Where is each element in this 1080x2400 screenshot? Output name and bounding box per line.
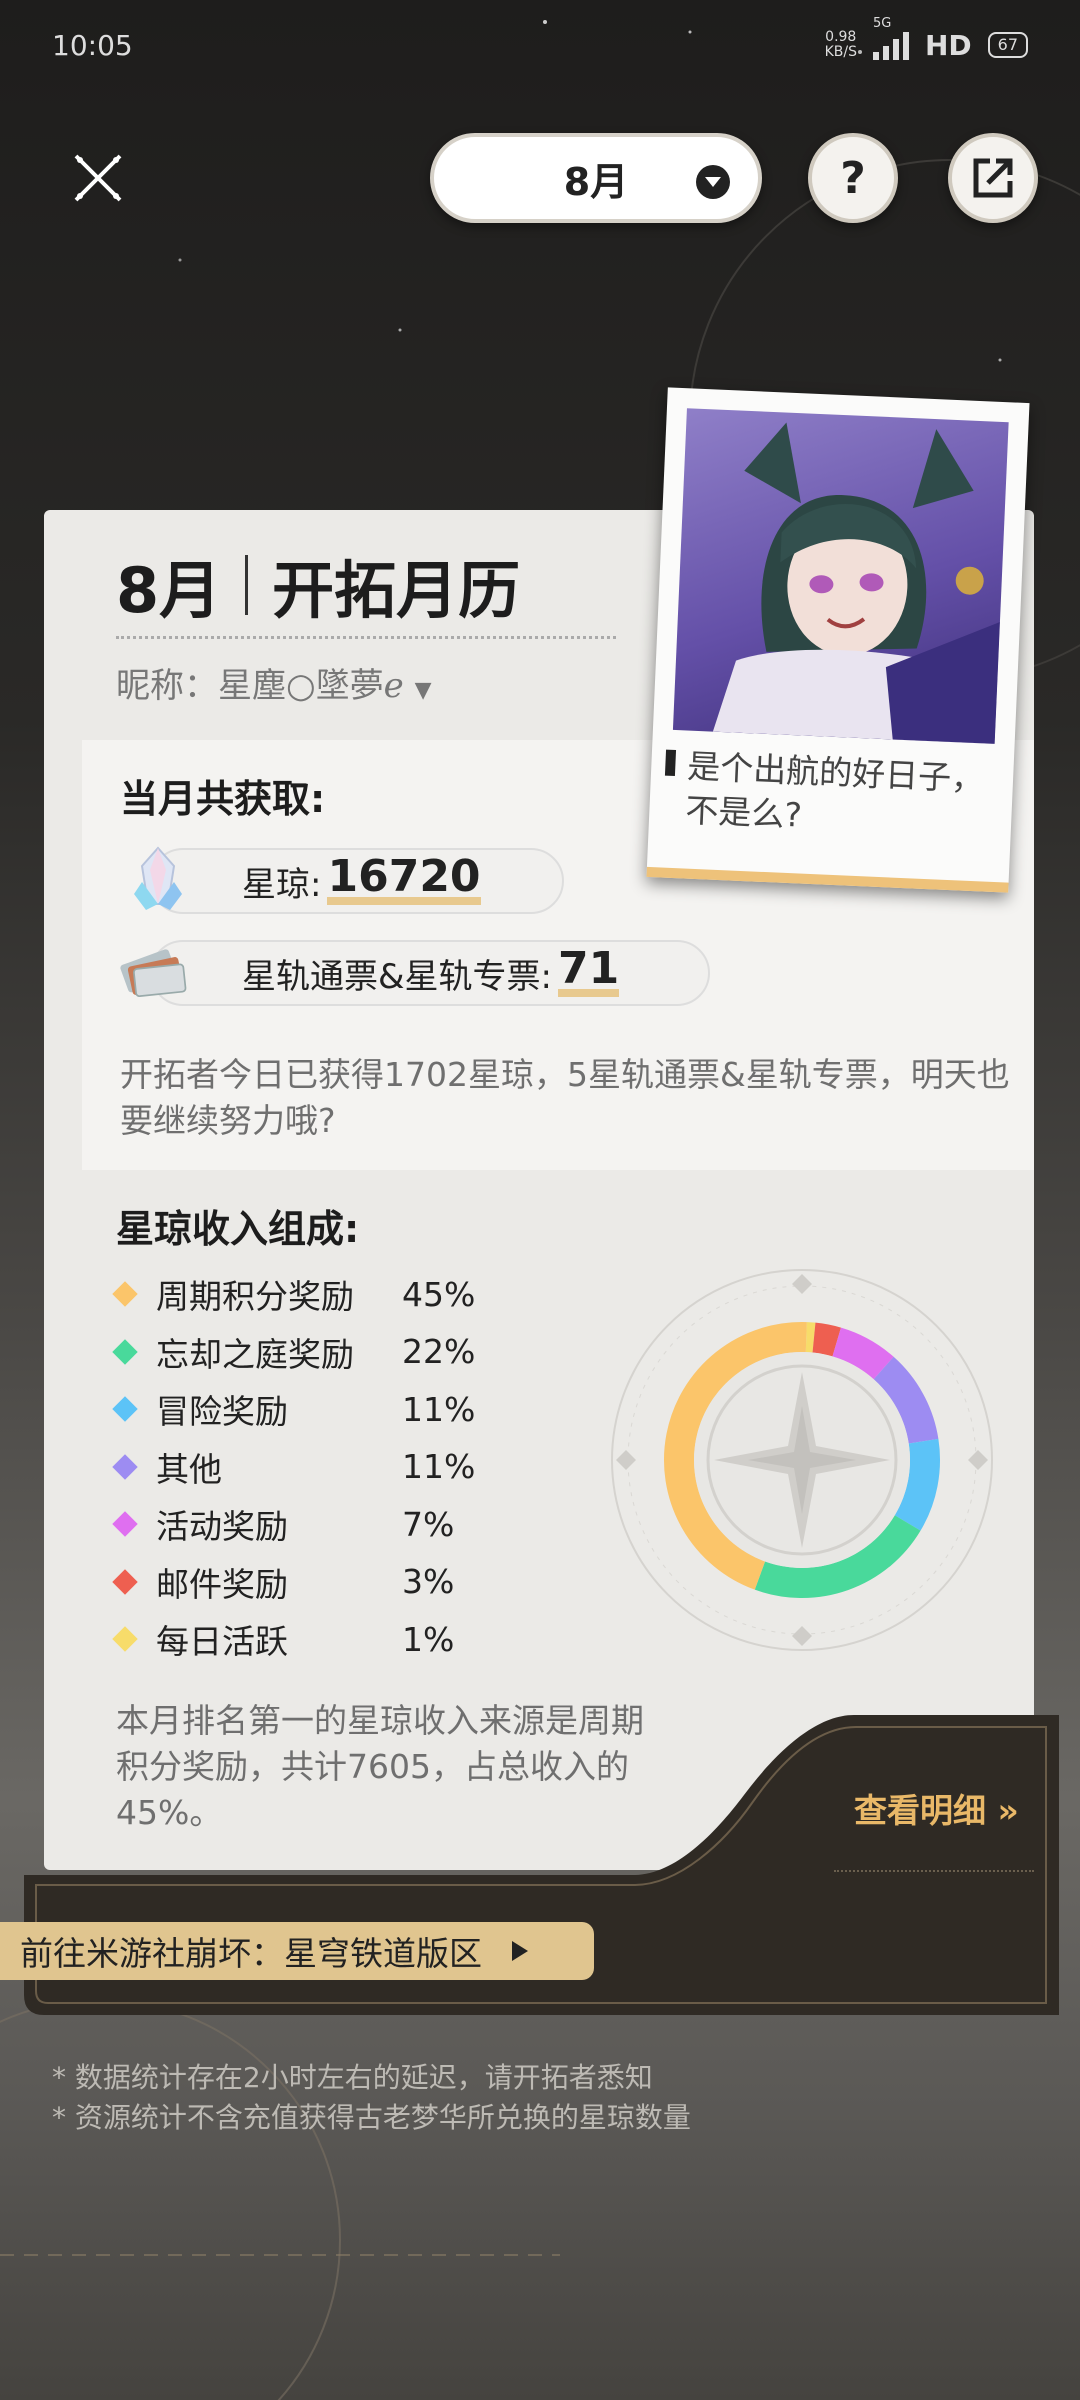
network-speed-value: 0.98 xyxy=(825,29,857,45)
star-rail-pass-icon xyxy=(120,949,187,998)
legend-label: 其他 xyxy=(156,1449,222,1489)
title-divider xyxy=(245,555,249,615)
legend-item: 忘却之庭奖励 22% xyxy=(112,1328,475,1376)
legend-percent: 11% xyxy=(402,1389,476,1429)
donut-slice-每日活跃 xyxy=(805,1322,816,1353)
donut-slice-邮件奖励 xyxy=(812,1322,841,1357)
footnote: * 资源统计不含充值获得古老梦华所兑换的星琼数量 xyxy=(52,2101,691,2134)
legend-percent: 22% xyxy=(402,1332,476,1371)
nickname-selector[interactable]: 昵称：星塵○墜夢ℯ ▼ xyxy=(116,658,432,707)
legend-percent: 3% xyxy=(402,1562,455,1601)
month-select-value: 8月 xyxy=(563,159,629,204)
legend-label: 忘却之庭奖励 xyxy=(156,1334,354,1374)
close-button[interactable] xyxy=(60,140,136,216)
legend-label: 每日活跃 xyxy=(156,1622,288,1661)
network-speed: 0.98 KB/S xyxy=(825,30,857,60)
help-button[interactable]: ? xyxy=(808,133,898,223)
legend-item: 其他 11% xyxy=(112,1443,475,1491)
status-bar: 10:05 0.98 KB/S 5G HD 67 xyxy=(0,0,1080,90)
pass-value: 71 xyxy=(557,947,620,997)
caption-marker xyxy=(664,749,677,777)
footnote: * 数据统计存在2小时左右的延迟，请开拓者悉知 xyxy=(52,2061,653,2094)
legend-swatch xyxy=(112,1281,138,1307)
forum-button-label: 前往米游社崩坏：星穹铁道版区 xyxy=(20,1934,482,1973)
legend-label: 周期积分奖励 xyxy=(156,1277,354,1316)
help-icon: ? xyxy=(840,152,866,204)
pass-pill: 星轨通票&星轨专票: 71 xyxy=(150,940,710,1006)
character-portrait xyxy=(672,408,1009,744)
forum-button[interactable]: 前往米游社崩坏：星穹铁道版区 xyxy=(0,1922,594,1980)
nickname-value: 星塵○墜夢ℯ xyxy=(218,666,404,706)
share-icon xyxy=(973,158,1013,198)
jade-value: 16720 xyxy=(327,855,481,905)
composition-summary: 本月排名第一的星琼收入来源是周期积分奖励，共计7605，占总收入的45%。 xyxy=(116,1701,644,1832)
title-name: 开拓月历 xyxy=(272,554,521,627)
close-icon xyxy=(74,154,122,202)
legend-item: 冒险奖励 11% xyxy=(112,1385,475,1433)
legend-label: 邮件奖励 xyxy=(156,1564,288,1604)
month-select[interactable]: 8月 xyxy=(430,133,762,223)
nickname-label: 昵称： xyxy=(116,666,218,706)
play-icon xyxy=(512,1941,528,1961)
legend-label: 冒险奖励 xyxy=(156,1392,288,1431)
legend-percent: 11% xyxy=(402,1447,476,1486)
signal-icon: 5G xyxy=(872,16,909,60)
chevron-down-icon xyxy=(696,165,730,199)
network-type: 5G xyxy=(872,16,892,31)
legend-swatch xyxy=(112,1568,138,1595)
legend-item: 邮件奖励 3% xyxy=(112,1558,454,1606)
donut-slice-冒险奖励 xyxy=(894,1438,940,1531)
legend-label: 活动奖励 xyxy=(156,1507,288,1546)
legend-swatch xyxy=(112,1453,138,1480)
detail-divider xyxy=(834,1870,1034,1872)
earnings-note: 开拓者今日已获得1702星琼，5星轨通票&星轨专票，明天也要继续努力哦? xyxy=(120,1055,1010,1140)
legend-percent: 1% xyxy=(402,1619,455,1659)
legend-swatch xyxy=(112,1338,138,1365)
page-title: 8月 开拓月历 xyxy=(116,540,520,630)
photo-caption: 是个出航的好日子，不是么? xyxy=(684,746,985,835)
legend-percent: 45% xyxy=(402,1274,476,1314)
jade-pill: 星琼: 16720 xyxy=(150,848,564,914)
view-details-link[interactable]: 查看明细 » xyxy=(854,1784,1019,1832)
legend-item: 周期积分奖励 45% xyxy=(112,1270,475,1318)
income-donut-chart xyxy=(611,1269,993,1651)
legend-swatch xyxy=(112,1396,138,1422)
pass-label: 星轨通票&星轨专票: xyxy=(242,956,552,997)
battery-icon: 67 xyxy=(987,32,1028,58)
title-month: 8月 xyxy=(116,554,222,627)
caret-down-icon: ▼ xyxy=(414,678,432,703)
legend-swatch xyxy=(112,1626,138,1652)
earnings-heading: 当月共获取: xyxy=(120,777,326,821)
legend-item: 每日活跃 1% xyxy=(112,1615,454,1663)
legend-swatch xyxy=(112,1511,138,1537)
jade-label: 星琼: xyxy=(242,864,322,905)
status-time: 10:05 xyxy=(52,28,133,62)
legend-percent: 7% xyxy=(402,1504,455,1544)
stellar-jade-icon xyxy=(134,846,182,910)
composition-heading: 星琼收入组成: xyxy=(116,1207,360,1251)
character-photo-card: 是个出航的好日子，不是么? xyxy=(646,387,1030,893)
share-button[interactable] xyxy=(948,133,1038,223)
divider xyxy=(116,636,616,639)
network-speed-unit: KB/S xyxy=(824,44,857,60)
hd-indicator: HD xyxy=(924,28,972,62)
status-indicators: 0.98 KB/S 5G HD 67 xyxy=(825,16,1028,62)
legend-item: 活动奖励 7% xyxy=(112,1500,454,1548)
